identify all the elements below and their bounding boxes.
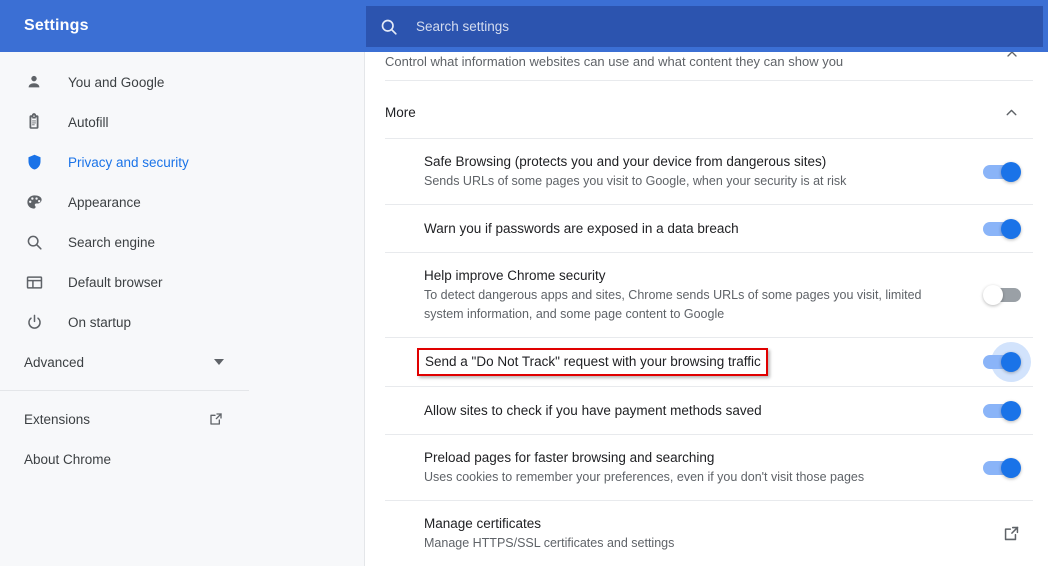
- row-text: Allow sites to check if you have payment…: [424, 388, 965, 433]
- shield-icon: [24, 152, 44, 172]
- toggle-knob: [1001, 457, 1021, 478]
- sidebar-item-label: Appearance: [68, 194, 141, 210]
- content-card-partial: Control what information websites can us…: [385, 52, 1033, 81]
- row-subtitle: To detect dangerous apps and sites, Chro…: [424, 288, 922, 321]
- page-title: Settings: [24, 17, 89, 34]
- toggle-knob: [1001, 218, 1021, 239]
- row-text: Manage certificates Manage HTTPS/SSL cer…: [424, 501, 965, 566]
- row-title: Safe Browsing (protects you and your dev…: [424, 154, 827, 169]
- chrome-settings-window: Settings You and Google: [0, 0, 1048, 566]
- partial-card-subtitle: Control what information websites can us…: [385, 54, 844, 69]
- toggle-knob: [1001, 400, 1021, 421]
- search-icon: [24, 232, 44, 252]
- row-control: [965, 285, 1021, 305]
- row-subtitle: Sends URLs of some pages you visit to Go…: [424, 174, 847, 188]
- external-link-icon[interactable]: [1002, 524, 1021, 543]
- row-control: [965, 161, 1021, 182]
- sidebar-item-extensions[interactable]: Extensions: [0, 399, 364, 439]
- settings-header: Settings: [0, 0, 1048, 52]
- row-subtitle: Manage HTTPS/SSL certificates and settin…: [424, 536, 675, 550]
- row-text: Help improve Chrome security To detect d…: [424, 253, 965, 337]
- search-settings-box[interactable]: [366, 6, 1043, 47]
- chevron-up-icon[interactable]: [1003, 104, 1020, 121]
- setting-row-password-breach-warning[interactable]: Warn you if passwords are exposed in a d…: [385, 204, 1033, 252]
- toggle-help-improve-chrome-security[interactable]: [983, 285, 1021, 305]
- sidebar-item-on-startup[interactable]: On startup: [0, 302, 364, 342]
- toggle-payment-methods[interactable]: [983, 400, 1021, 421]
- sidebar-item-about-chrome[interactable]: About Chrome: [0, 439, 364, 479]
- row-title-highlight: Send a "Do Not Track" request with your …: [417, 348, 768, 376]
- sidebar-item-default-browser[interactable]: Default browser: [0, 262, 364, 302]
- row-text: Send a "Do Not Track" request with your …: [417, 338, 965, 386]
- browser-window-icon: [24, 272, 44, 292]
- toggle-knob: [1001, 161, 1021, 182]
- search-icon: [379, 17, 399, 37]
- toggle-password-breach-warning[interactable]: [983, 218, 1021, 239]
- row-title: Allow sites to check if you have payment…: [424, 403, 762, 418]
- sidebar-item-autofill[interactable]: Autofill: [0, 102, 364, 142]
- setting-row-preload-pages[interactable]: Preload pages for faster browsing and se…: [385, 434, 1033, 500]
- partial-card-row[interactable]: Control what information websites can us…: [385, 52, 1033, 81]
- row-text: Warn you if passwords are exposed in a d…: [424, 206, 965, 251]
- sidebar-divider: [0, 390, 249, 391]
- clipboard-icon: [24, 112, 44, 132]
- sidebar-item-label: You and Google: [68, 74, 165, 90]
- sidebar-item-label: On startup: [68, 314, 132, 330]
- setting-row-help-improve-chrome-security[interactable]: Help improve Chrome security To detect d…: [385, 252, 1033, 337]
- row-control: [965, 400, 1021, 421]
- sidebar-item-appearance[interactable]: Appearance: [0, 182, 364, 222]
- sidebar-item-advanced[interactable]: Advanced: [0, 342, 364, 382]
- sidebar-item-label: Privacy and security: [68, 154, 189, 170]
- sidebar-item-label: Default browser: [68, 274, 163, 290]
- toggle-safe-browsing[interactable]: [983, 161, 1021, 182]
- sidebar-about-label: About Chrome: [24, 451, 112, 467]
- external-link-icon: [208, 411, 224, 427]
- sidebar-item-privacy-and-security[interactable]: Privacy and security: [0, 142, 364, 182]
- section-header-more[interactable]: More: [385, 86, 1033, 138]
- chevron-up-icon[interactable]: [1004, 52, 1020, 67]
- toggle-knob: [983, 285, 1003, 305]
- toggle-knob: [1001, 352, 1021, 372]
- chevron-down-icon: [214, 359, 224, 365]
- sidebar-item-label: Autofill: [68, 114, 109, 130]
- row-control: [965, 457, 1021, 478]
- row-title: Warn you if passwords are exposed in a d…: [424, 221, 739, 236]
- settings-sidebar: You and Google Autofill Privacy and secu…: [0, 52, 365, 566]
- toggle-do-not-track[interactable]: [983, 342, 1031, 382]
- person-icon: [24, 72, 44, 92]
- row-title: Preload pages for faster browsing and se…: [424, 450, 715, 465]
- setting-row-safe-browsing[interactable]: Safe Browsing (protects you and your dev…: [385, 138, 1033, 204]
- palette-icon: [24, 192, 44, 212]
- row-text: Safe Browsing (protects you and your dev…: [424, 139, 965, 204]
- row-control: [965, 218, 1021, 239]
- setting-row-do-not-track[interactable]: Send a "Do Not Track" request with your …: [385, 337, 1033, 386]
- sidebar-item-you-and-google[interactable]: You and Google: [0, 62, 364, 102]
- settings-content: Control what information websites can us…: [366, 52, 1048, 566]
- row-title-wrapper: Send a "Do Not Track" request with your …: [417, 348, 965, 376]
- search-input[interactable]: [416, 19, 976, 34]
- sidebar-advanced-label: Advanced: [24, 354, 85, 370]
- row-control: [965, 524, 1021, 543]
- toggle-preload-pages[interactable]: [983, 457, 1021, 478]
- row-title: Help improve Chrome security: [424, 268, 606, 283]
- content-card-more: More Safe Browsing (protects you and you…: [385, 86, 1033, 566]
- sidebar-item-search-engine[interactable]: Search engine: [0, 222, 364, 262]
- row-subtitle: Uses cookies to remember your preference…: [424, 470, 865, 484]
- section-title: More: [385, 104, 416, 120]
- row-control: [965, 342, 1031, 382]
- row-title: Manage certificates: [424, 516, 542, 531]
- power-icon: [24, 312, 44, 332]
- row-text: Preload pages for faster browsing and se…: [424, 435, 965, 500]
- setting-row-payment-methods[interactable]: Allow sites to check if you have payment…: [385, 386, 1033, 434]
- setting-row-manage-certificates[interactable]: Manage certificates Manage HTTPS/SSL cer…: [385, 500, 1033, 566]
- sidebar-item-label: Search engine: [68, 234, 156, 250]
- sidebar-extensions-label: Extensions: [24, 411, 91, 427]
